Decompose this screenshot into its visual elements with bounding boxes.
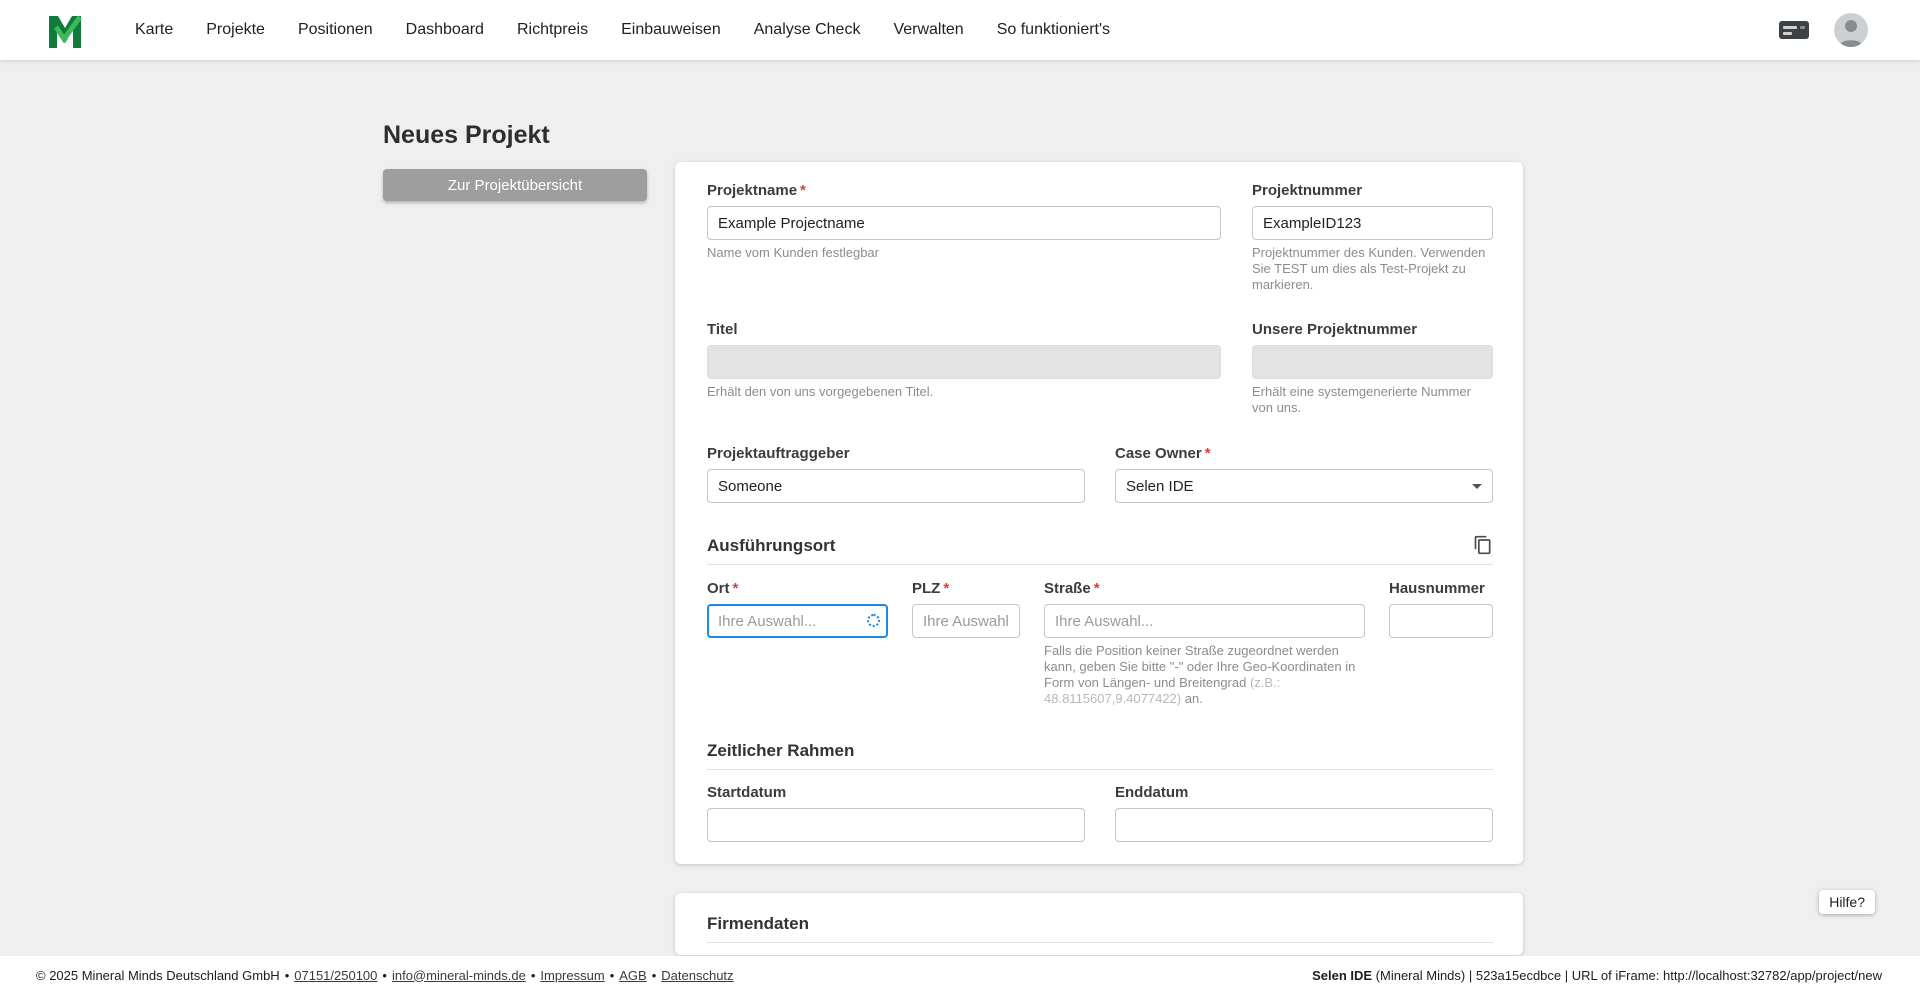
field-enddatum: Enddatum bbox=[1115, 784, 1493, 842]
startdatum-input[interactable] bbox=[707, 808, 1085, 842]
separator: • bbox=[284, 967, 290, 983]
session-user: Selen IDE bbox=[1312, 967, 1373, 983]
strasse-helper: Falls die Position keiner Straße zugeord… bbox=[1044, 643, 1356, 706]
field-titel: Titel Erhält den von uns vorgegebenen Ti… bbox=[707, 321, 1221, 416]
logo-icon bbox=[49, 15, 83, 48]
project-form-card: Projektname* Name vom Kunden festlegbar … bbox=[675, 162, 1523, 864]
nav-item-positionen[interactable]: Positionen bbox=[298, 21, 373, 39]
nav-item-dashboard[interactable]: Dashboard bbox=[406, 21, 484, 39]
case-owner-label: Case Owner bbox=[1115, 445, 1202, 462]
main-nav: Karte Projekte Positionen Dashboard Rich… bbox=[135, 21, 1110, 39]
titel-input bbox=[707, 345, 1221, 379]
user-avatar[interactable] bbox=[1834, 13, 1868, 47]
plz-input[interactable] bbox=[912, 604, 1020, 638]
titel-helper: Erhält den von uns vorgegebenen Titel. bbox=[707, 384, 934, 399]
separator: • bbox=[609, 967, 615, 983]
hausnummer-label: Hausnummer bbox=[1389, 580, 1485, 597]
startdatum-label: Startdatum bbox=[707, 784, 787, 801]
main-content: Neues Projekt Zur Projektübersicht Proje… bbox=[0, 60, 1920, 956]
field-projektnummer: Projektnummer Projektnummer des Kunden. … bbox=[1252, 182, 1493, 293]
zeitlicher-rahmen-title: Zeitlicher Rahmen bbox=[707, 741, 855, 760]
firmendaten-card: Firmendaten bbox=[675, 893, 1523, 955]
footer-link-agb[interactable]: AGB bbox=[619, 968, 646, 983]
field-case-owner: Case Owner * Selen IDE bbox=[1115, 445, 1493, 503]
field-strasse: Straße* Falls die Position keiner Straße… bbox=[1044, 580, 1365, 707]
top-navbar: Karte Projekte Positionen Dashboard Rich… bbox=[0, 0, 1920, 60]
titel-label: Titel bbox=[707, 321, 738, 338]
nav-item-so-funktionierts[interactable]: So funktioniert's bbox=[997, 21, 1110, 39]
nav-item-karte[interactable]: Karte bbox=[135, 21, 173, 39]
server-icon[interactable] bbox=[1778, 19, 1810, 41]
footer-left: © 2025 Mineral Minds Deutschland GmbH • … bbox=[36, 968, 734, 983]
page-title: Neues Projekt bbox=[383, 121, 550, 149]
field-projektname: Projektname* Name vom Kunden festlegbar bbox=[707, 182, 1221, 293]
footer-link-email[interactable]: info@mineral-minds.de bbox=[392, 968, 526, 983]
nav-item-verwalten[interactable]: Verwalten bbox=[893, 21, 963, 39]
projektname-input[interactable] bbox=[707, 206, 1221, 240]
case-owner-value: Selen IDE bbox=[1126, 477, 1194, 495]
footer-link-phone[interactable]: 07151/250100 bbox=[294, 968, 377, 983]
nav-item-einbauweisen[interactable]: Einbauweisen bbox=[621, 21, 721, 39]
section-firmendaten: Firmendaten bbox=[707, 913, 1493, 943]
ort-input[interactable] bbox=[707, 604, 888, 638]
hausnummer-input[interactable] bbox=[1389, 604, 1493, 638]
field-hausnummer: Hausnummer bbox=[1389, 580, 1493, 707]
field-ort: Ort * bbox=[707, 580, 888, 707]
case-owner-select[interactable]: Selen IDE bbox=[1115, 469, 1493, 503]
required-marker: * bbox=[943, 580, 950, 597]
field-projektauftraggeber: Projektauftraggeber bbox=[707, 445, 1085, 503]
projektname-helper: Name vom Kunden festlegbar bbox=[707, 245, 879, 260]
left-column: Zur Projektübersicht bbox=[383, 162, 675, 201]
session-details: (Mineral Minds) | 523a15ecdbce | URL of … bbox=[1372, 967, 1882, 983]
chevron-down-icon bbox=[1472, 483, 1482, 489]
section-ausfuehrungsort: Ausführungsort bbox=[707, 535, 1493, 565]
navbar-right bbox=[1778, 13, 1920, 47]
ort-label: Ort bbox=[707, 580, 730, 597]
strasse-label: Straße bbox=[1044, 580, 1091, 597]
required-marker: * bbox=[800, 182, 806, 199]
field-startdatum: Startdatum bbox=[707, 784, 1085, 842]
nav-item-projekte[interactable]: Projekte bbox=[206, 21, 265, 39]
projektnummer-input[interactable] bbox=[1252, 206, 1493, 240]
field-unsere-projektnummer: Unsere Projektnummer Erhält eine systemg… bbox=[1252, 321, 1493, 416]
separator: • bbox=[530, 967, 536, 983]
section-zeitlicher-rahmen: Zeitlicher Rahmen bbox=[707, 740, 1493, 770]
enddatum-input[interactable] bbox=[1115, 808, 1493, 842]
unsere-projektnummer-input bbox=[1252, 345, 1493, 379]
separator: • bbox=[382, 967, 387, 983]
nav-item-analyse-check[interactable]: Analyse Check bbox=[754, 21, 861, 39]
plz-label: PLZ bbox=[912, 580, 941, 597]
required-marker: * bbox=[732, 580, 739, 597]
strasse-input[interactable] bbox=[1044, 604, 1365, 638]
projektname-label: Projektname bbox=[707, 182, 798, 199]
projektnummer-helper: Projektnummer des Kunden. Verwenden Sie … bbox=[1252, 245, 1486, 292]
required-marker: * bbox=[1093, 580, 1100, 597]
projektauftraggeber-input[interactable] bbox=[707, 469, 1085, 503]
help-button[interactable]: Hilfe? bbox=[1819, 890, 1875, 914]
required-marker: * bbox=[1204, 445, 1211, 462]
projektnummer-label: Projektnummer bbox=[1252, 182, 1363, 199]
back-to-project-overview-button[interactable]: Zur Projektübersicht bbox=[383, 169, 647, 201]
unsere-projektnummer-helper: Erhält eine systemgenerierte Nummer von … bbox=[1252, 384, 1471, 415]
ausfuehrungsort-title: Ausführungsort bbox=[707, 536, 836, 555]
enddatum-label: Enddatum bbox=[1115, 784, 1189, 801]
field-plz: PLZ * bbox=[912, 580, 1020, 707]
separator: • bbox=[651, 967, 657, 983]
unsere-projektnummer-label: Unsere Projektnummer bbox=[1252, 321, 1418, 338]
session-info: Selen IDE (Mineral Minds) | 523a15ecdbce… bbox=[1312, 968, 1882, 983]
copyright-text: © 2025 Mineral Minds Deutschland GmbH bbox=[36, 967, 280, 983]
mineral-minds-logo[interactable] bbox=[45, 10, 85, 50]
firmendaten-title: Firmendaten bbox=[707, 914, 810, 933]
nav-item-richtpreis[interactable]: Richtpreis bbox=[517, 21, 588, 39]
footer: © 2025 Mineral Minds Deutschland GmbH • … bbox=[0, 956, 1920, 994]
footer-link-datenschutz[interactable]: Datenschutz bbox=[661, 968, 733, 983]
copy-icon[interactable] bbox=[1473, 535, 1493, 556]
loading-spinner-icon bbox=[867, 614, 880, 627]
footer-link-impressum[interactable]: Impressum bbox=[540, 968, 604, 983]
projektauftraggeber-label: Projektauftraggeber bbox=[707, 445, 850, 462]
person-icon bbox=[1839, 20, 1863, 47]
